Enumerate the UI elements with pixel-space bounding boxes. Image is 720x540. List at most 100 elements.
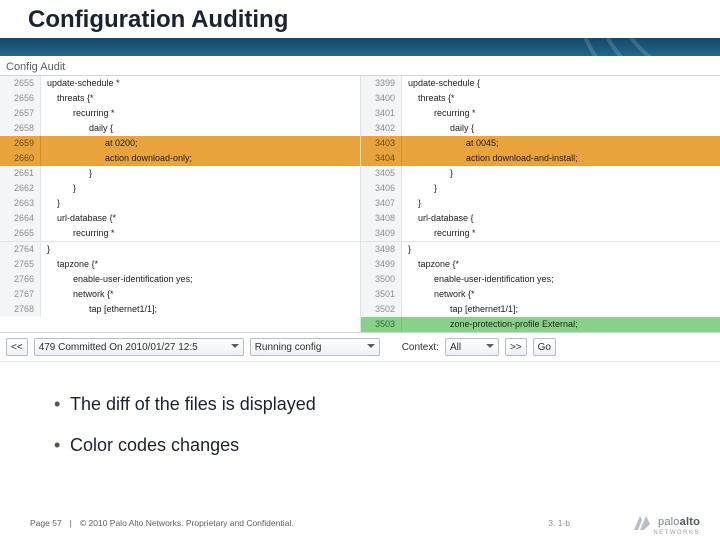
line-number: 3401 [361, 106, 402, 121]
code-text: zone-protection-profile External; [402, 317, 720, 332]
paloalto-logo: paloalto NETWORKS [628, 510, 700, 534]
diff-row: 2664url-database {* [0, 211, 360, 226]
diff-row: 2767network {* [0, 287, 360, 302]
diff-row: 3399update-schedule { [361, 76, 720, 91]
line-number: 2764 [0, 242, 41, 257]
diff-row: 2658daily { [0, 121, 360, 136]
code-text: enable-user-identification yes; [402, 272, 720, 287]
code-text: daily { [402, 121, 720, 136]
code-text: network {* [41, 287, 360, 302]
diff-row: 3503zone-protection-profile External; [361, 317, 720, 332]
code-text: recurring * [402, 226, 720, 241]
diff-row: 3404action download-and-install; [361, 151, 720, 166]
go-button[interactable]: Go [533, 338, 556, 356]
line-number: 2659 [0, 136, 41, 151]
page-title: Configuration Auditing [28, 6, 288, 34]
line-number: 3498 [361, 242, 402, 257]
right-version-select[interactable]: Running config [250, 338, 380, 356]
diff-row: 3502tap [ethernet1/1]; [361, 302, 720, 317]
copyright: © 2010 Palo Alto Networks. Proprietary a… [80, 518, 294, 528]
code-text: enable-user-identification yes; [41, 272, 360, 287]
bullet-item: Color codes changes [70, 425, 720, 466]
line-number: 3403 [361, 136, 402, 151]
line-number: 2657 [0, 106, 41, 121]
decorative-rings [480, 0, 720, 56]
diff-row: 3401recurring * [361, 106, 720, 121]
prev-button[interactable]: << [6, 338, 28, 356]
context-select[interactable]: All [445, 338, 499, 356]
line-number: 3408 [361, 211, 402, 226]
code-text: } [41, 196, 360, 211]
line-number: 2661 [0, 166, 41, 181]
logo-subtext: NETWORKS [653, 530, 700, 536]
diff-row: 3400threats {* [361, 91, 720, 106]
line-number: 2660 [0, 151, 41, 166]
diff-row: 3403at 0045; [361, 136, 720, 151]
diff-row: 2765tapzone {* [0, 257, 360, 272]
line-number: 3409 [361, 226, 402, 241]
code-text: action download-and-install; [402, 151, 720, 166]
logo-mark-icon [628, 510, 652, 534]
logo-text-bold: alto [680, 516, 700, 528]
line-number: 2665 [0, 226, 41, 241]
code-text: } [402, 196, 720, 211]
line-number: 3501 [361, 287, 402, 302]
code-text: threats {* [41, 91, 360, 106]
code-text: tapzone {* [402, 257, 720, 272]
footer-separator: | [70, 518, 72, 528]
bullet-list: The diff of the files is displayed Color… [30, 384, 720, 466]
code-text: url-database { [402, 211, 720, 226]
bullet-item: The diff of the files is displayed [70, 384, 720, 425]
line-number: 3406 [361, 181, 402, 196]
diff-row: 2656threats {* [0, 91, 360, 106]
version-label: 3. 1-b [548, 518, 570, 528]
code-text: update-schedule { [402, 76, 720, 91]
diff-row: 3405} [361, 166, 720, 181]
code-text: } [41, 166, 360, 181]
line-number: 2658 [0, 121, 41, 136]
diff-area: 2655update-schedule *2656threats {*2657r… [0, 76, 720, 333]
code-text: } [41, 242, 360, 257]
diff-row: 2657recurring * [0, 106, 360, 121]
line-number: 3402 [361, 121, 402, 136]
code-text: tap [ethernet1/1]; [402, 302, 720, 317]
code-text: recurring * [41, 226, 360, 241]
line-number: 2768 [0, 302, 41, 317]
code-text: action download-only; [41, 151, 360, 166]
code-text: threats {* [402, 91, 720, 106]
code-text: } [402, 181, 720, 196]
diff-row: 2660action download-only; [0, 151, 360, 166]
next-button[interactable]: >> [505, 338, 527, 356]
diff-row: 2662} [0, 181, 360, 196]
logo-text-light: palo [658, 516, 680, 528]
line-number: 3502 [361, 302, 402, 317]
diff-row: 2768tap [ethernet1/1]; [0, 302, 360, 317]
diff-row: 2655update-schedule * [0, 76, 360, 91]
diff-row: 3501network {* [361, 287, 720, 302]
line-number: 3404 [361, 151, 402, 166]
line-number: 3400 [361, 91, 402, 106]
diff-row: 3402daily { [361, 121, 720, 136]
line-number: 3407 [361, 196, 402, 211]
line-number: 3503 [361, 317, 402, 332]
page-number: Page 57 [30, 518, 62, 528]
line-number: 3499 [361, 257, 402, 272]
line-number: 2664 [0, 211, 41, 226]
diff-row: 2665recurring * [0, 226, 360, 241]
logo-text: paloalto [658, 516, 700, 528]
diff-row: 2659at 0200; [0, 136, 360, 151]
line-number: 2656 [0, 91, 41, 106]
left-version-select[interactable]: 479 Committed On 2010/01/27 12:5 [34, 338, 244, 356]
line-number: 2663 [0, 196, 41, 211]
code-text: recurring * [41, 106, 360, 121]
code-text: at 0045; [402, 136, 720, 151]
slide-footer: Page 57 | © 2010 Palo Alto Networks. Pro… [30, 518, 700, 528]
code-text: network {* [402, 287, 720, 302]
diff-row: 2766enable-user-identification yes; [0, 272, 360, 287]
diff-toolbar: << 479 Committed On 2010/01/27 12:5 Runn… [0, 333, 720, 362]
diff-row: 2764} [0, 242, 360, 257]
line-number: 2766 [0, 272, 41, 287]
panel-label: Config Audit [0, 56, 720, 76]
code-text: at 0200; [41, 136, 360, 151]
diff-row: 3408url-database { [361, 211, 720, 226]
